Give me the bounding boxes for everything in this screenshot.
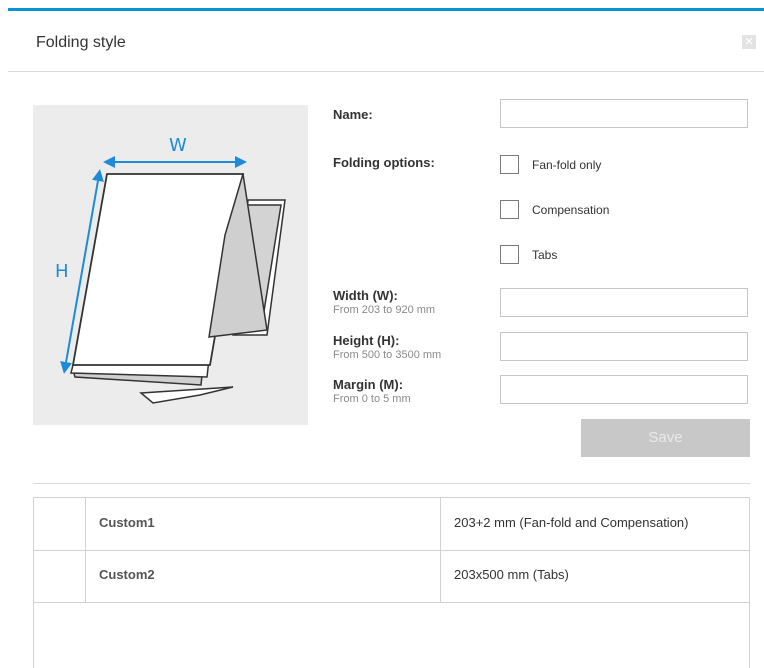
- tabs-label: Tabs: [532, 248, 558, 262]
- header-divider: [8, 71, 764, 72]
- style-name: Custom1: [99, 515, 155, 530]
- tabs-checkbox[interactable]: [500, 245, 519, 264]
- width-field[interactable]: [500, 288, 748, 317]
- margin-label-text: Margin (M):: [333, 377, 404, 392]
- style-name: Custom2: [99, 567, 155, 582]
- height-field[interactable]: [500, 332, 748, 361]
- table-row[interactable]: Custom2 203x500 mm (Tabs): [34, 550, 749, 603]
- dialog-top-bar: [8, 8, 764, 11]
- width-label: Width (W): From 203 to 920 mm: [333, 288, 435, 316]
- width-range: From 203 to 920 mm: [333, 304, 436, 316]
- style-description: 203+2 mm (Fan-fold and Compensation): [454, 515, 689, 530]
- row-select-cell[interactable]: [34, 550, 86, 602]
- table-row[interactable]: Custom1 203+2 mm (Fan-fold and Compensat…: [34, 498, 749, 551]
- style-description: 203x500 mm (Tabs): [454, 567, 569, 582]
- name-field[interactable]: [500, 99, 748, 128]
- margin-label: Margin (M): From 0 to 5 mm: [333, 377, 411, 405]
- compensation-checkbox[interactable]: [500, 200, 519, 219]
- compensation-label: Compensation: [532, 203, 610, 217]
- fan-fold-only-checkbox[interactable]: [500, 155, 519, 174]
- styles-table: Custom1 203+2 mm (Fan-fold and Compensat…: [33, 497, 750, 668]
- column-divider: [440, 550, 441, 602]
- close-icon[interactable]: ✕: [742, 35, 756, 49]
- fan-fold-only-label: Fan-fold only: [532, 158, 602, 172]
- dialog-title: Folding style: [36, 34, 126, 51]
- folding-illustration: W H: [33, 105, 308, 425]
- folded-paper-icon: W H: [55, 135, 286, 404]
- width-label-text: Width (W):: [333, 288, 398, 303]
- height-label-text: Height (H):: [333, 333, 400, 348]
- section-divider: [33, 483, 750, 484]
- margin-range: From 0 to 5 mm: [333, 393, 411, 405]
- folding-options-label: Folding options:: [333, 155, 435, 170]
- name-label: Name:: [333, 107, 373, 122]
- height-label: Height (H): From 500 to 3500 mm: [333, 333, 441, 361]
- height-range: From 500 to 3500 mm: [333, 349, 442, 361]
- save-button[interactable]: Save: [581, 419, 750, 457]
- width-marker: W: [169, 135, 187, 156]
- height-marker: H: [55, 261, 69, 282]
- row-select-cell[interactable]: [34, 498, 86, 550]
- margin-field[interactable]: [500, 375, 748, 404]
- column-divider: [440, 498, 441, 550]
